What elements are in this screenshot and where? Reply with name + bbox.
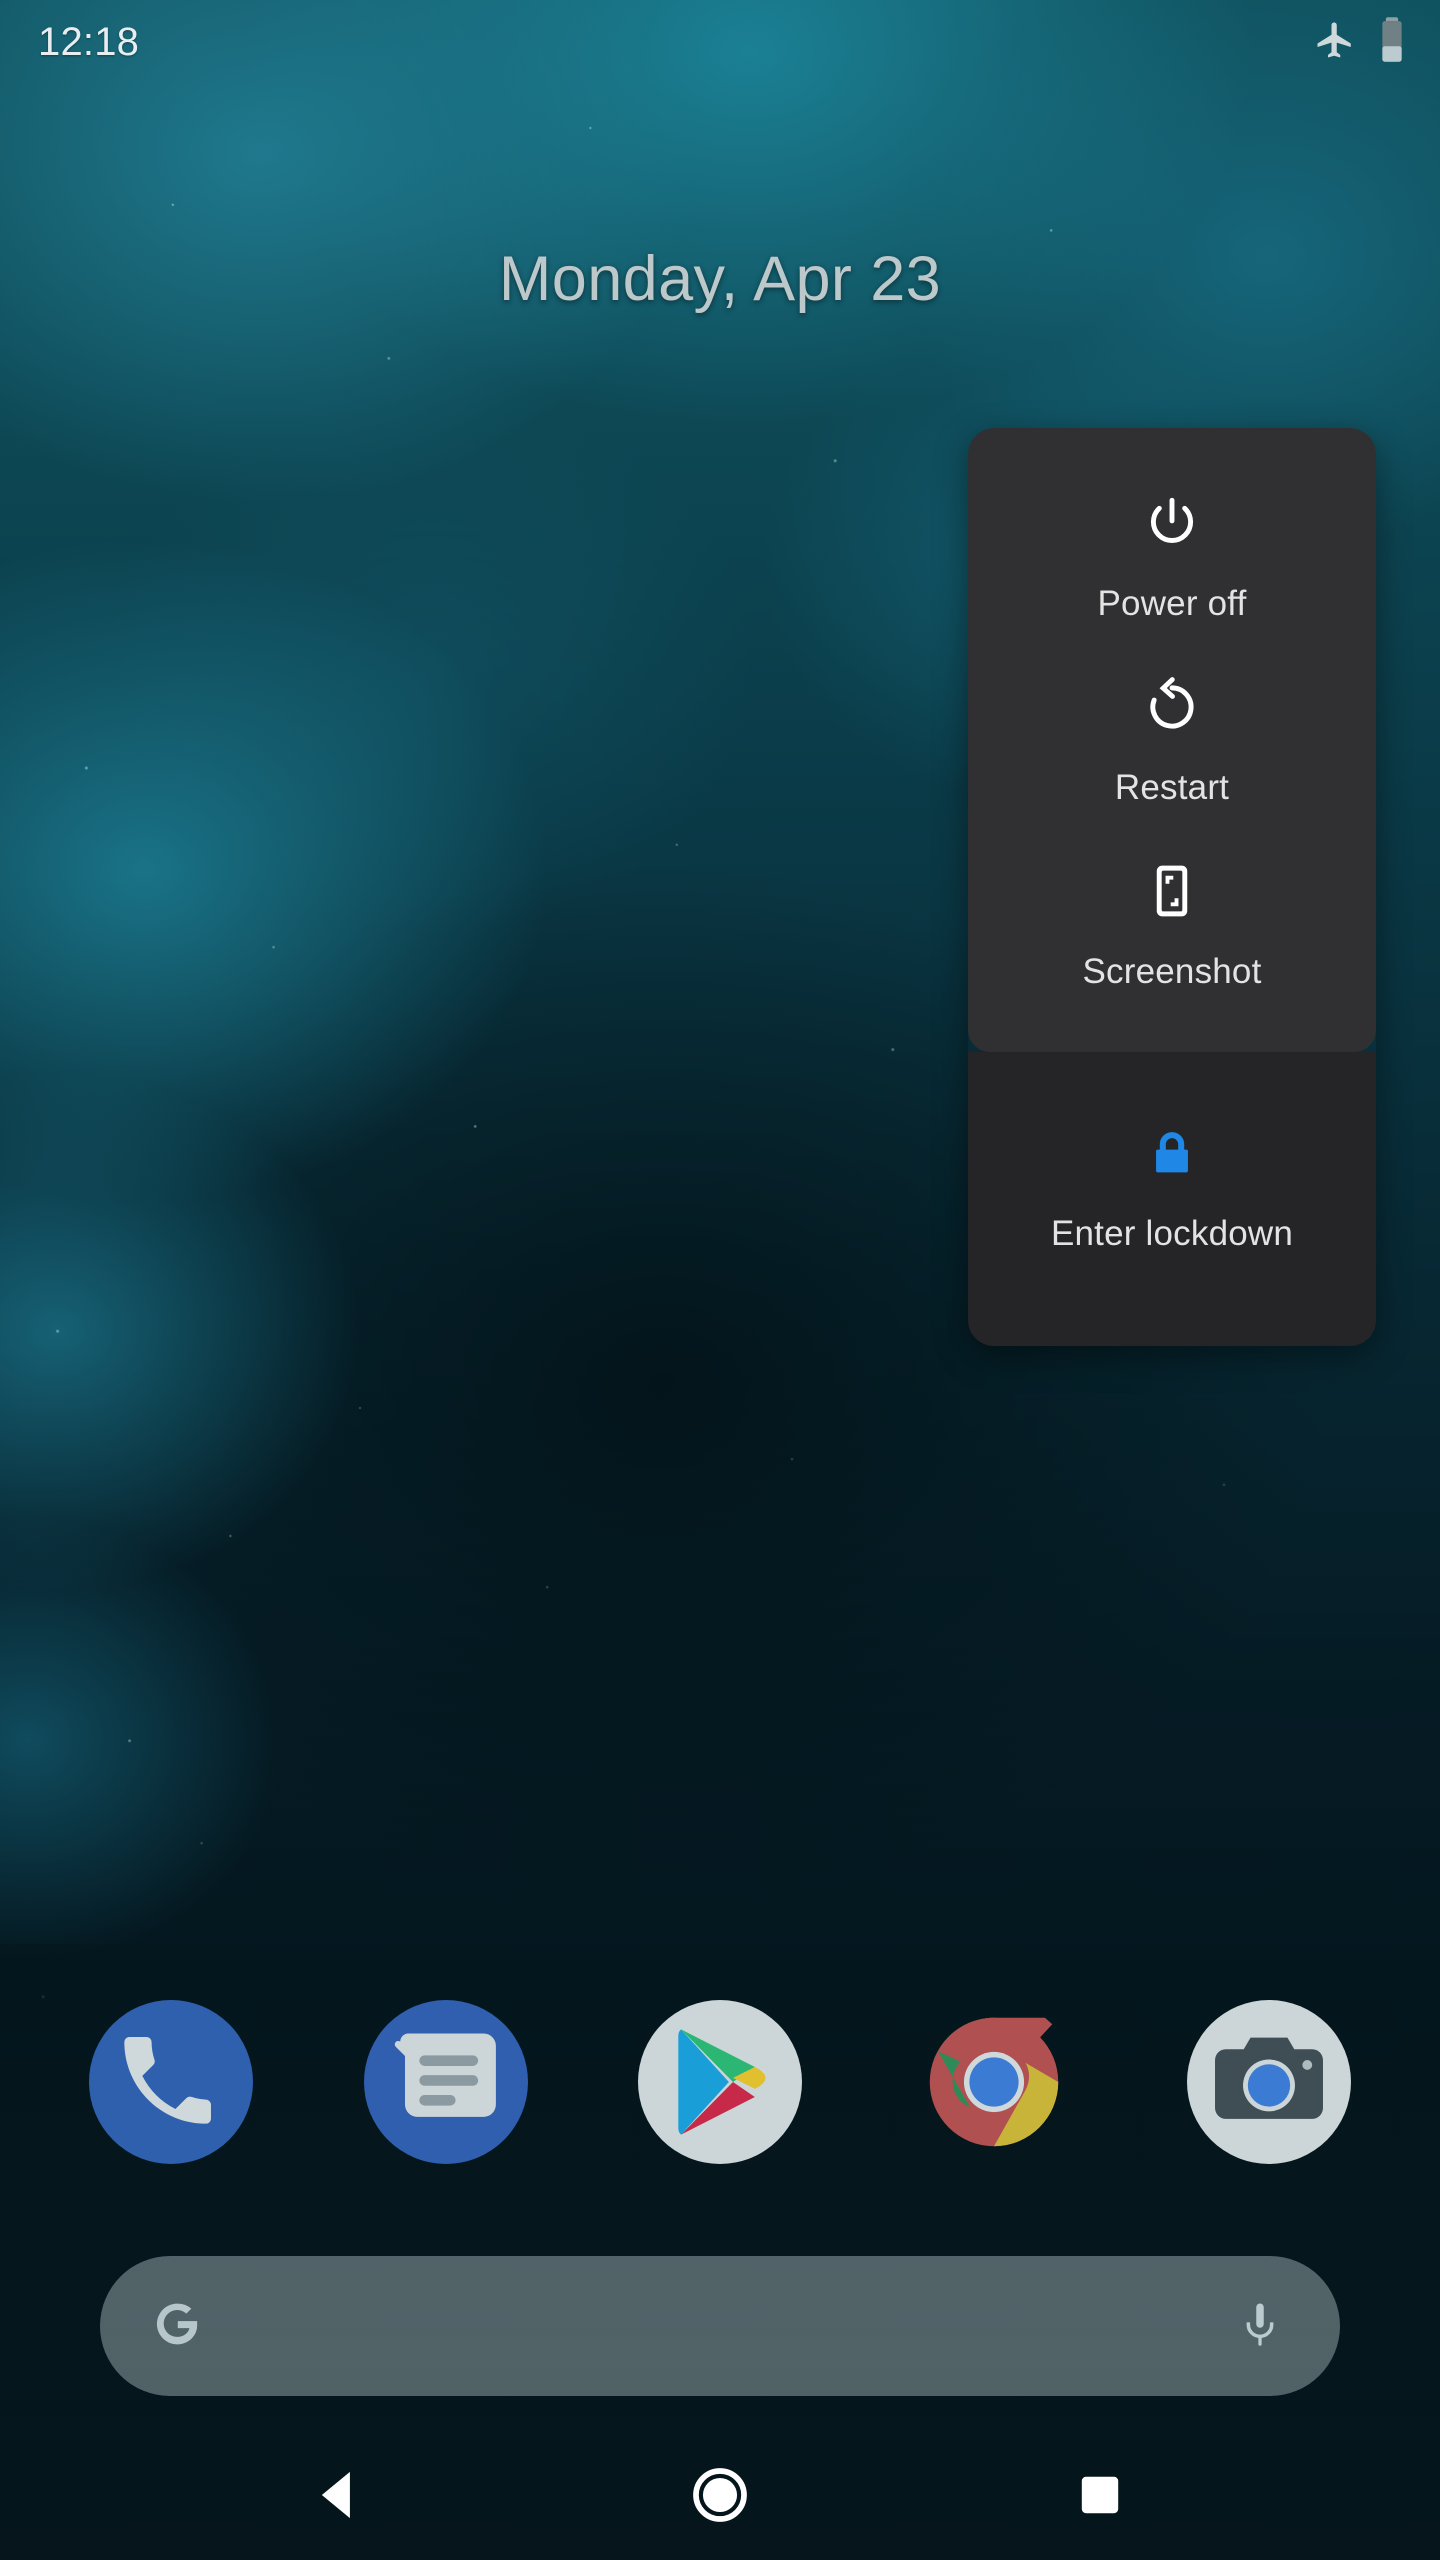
power-menu-section-main: Power off Restart Screenshot	[968, 428, 1376, 1052]
back-button[interactable]	[280, 2435, 400, 2555]
power-menu-item-enter-lockdown[interactable]: Enter lockdown	[968, 1096, 1376, 1280]
date-text: Monday, Apr 23	[498, 244, 942, 314]
airplane-mode-icon	[1314, 19, 1356, 66]
power-menu-section-lockdown: Enter lockdown	[968, 1052, 1376, 1346]
messages-icon	[394, 2033, 496, 2117]
back-triangle-icon	[321, 2471, 350, 2519]
home-button[interactable]	[660, 2435, 780, 2555]
power-menu-label: Power off	[1097, 584, 1247, 623]
chrome-icon	[930, 2017, 1059, 2147]
google-g-icon	[146, 2293, 208, 2360]
restart-icon	[1141, 676, 1203, 738]
dock-app-camera[interactable]	[1186, 2000, 1351, 2164]
power-icon	[1141, 492, 1203, 554]
status-icons	[1314, 16, 1406, 68]
dock-app-chrome[interactable]	[912, 2000, 1076, 2164]
power-menu-item-power-off[interactable]: Power off	[968, 466, 1376, 650]
power-menu-label: Screenshot	[1082, 952, 1262, 991]
power-menu-item-restart[interactable]: Restart	[968, 650, 1376, 834]
home-circle-icon	[693, 2468, 747, 2522]
date-widget[interactable]: Monday, Apr 23	[0, 243, 1440, 315]
play-store-icon	[678, 2029, 766, 2135]
camera-icon	[1214, 2037, 1323, 2119]
android-home-screen: 12:18 Monday, Apr 23 Power off Restart S…	[0, 0, 1440, 2560]
phone-icon	[124, 2037, 212, 2124]
power-menu: Power off Restart Screenshot Enter lockd…	[968, 428, 1376, 1346]
google-search-bar[interactable]	[100, 2256, 1340, 2396]
recents-button[interactable]	[1040, 2435, 1160, 2555]
lock-icon	[1141, 1122, 1203, 1184]
microphone-icon[interactable]	[1232, 2296, 1288, 2357]
navigation-bar	[0, 2430, 1440, 2560]
dock-app-play-store[interactable]	[637, 2000, 802, 2164]
dock-app-messages[interactable]	[363, 2000, 528, 2164]
power-menu-label: Restart	[1114, 768, 1230, 807]
power-menu-label: Enter lockdown	[1050, 1214, 1294, 1253]
dock-app-phone[interactable]	[89, 2000, 254, 2164]
search-input[interactable]	[208, 2256, 1232, 2396]
battery-icon	[1378, 16, 1406, 68]
dock	[0, 2000, 1440, 2164]
screenshot-icon	[1141, 860, 1203, 922]
status-clock: 12:18	[38, 19, 140, 64]
status-bar: 12:18	[0, 0, 1440, 84]
recents-square-icon	[1081, 2476, 1119, 2514]
power-menu-item-screenshot[interactable]: Screenshot	[968, 834, 1376, 1018]
